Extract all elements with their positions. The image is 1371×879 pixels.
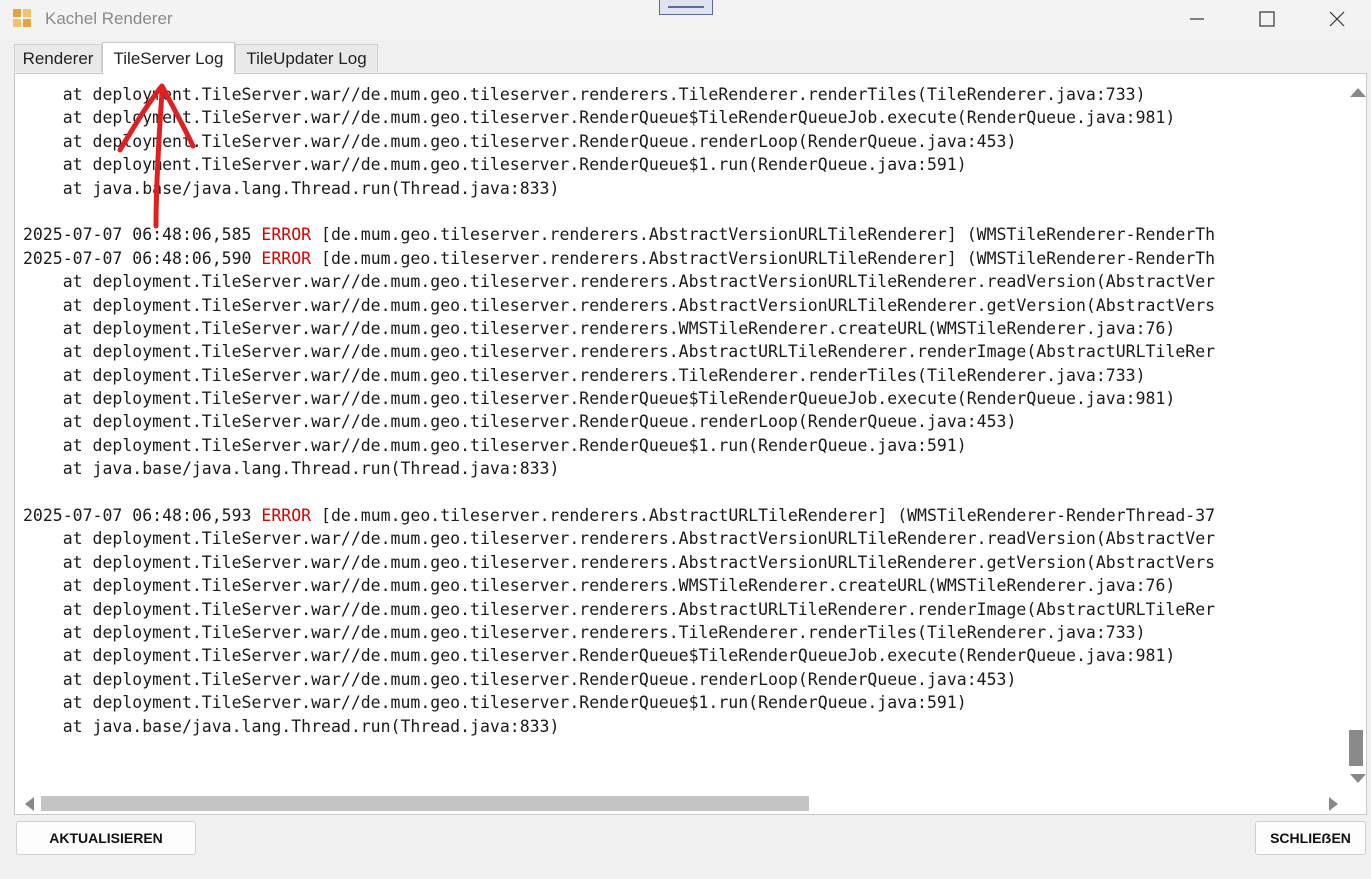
tab-renderer[interactable]: Renderer — [14, 44, 102, 72]
scroll-right-arrow-icon[interactable] — [1329, 797, 1338, 811]
log-line: at deployment.TileServer.war//de.mum.geo… — [23, 529, 1216, 549]
log-message: [de.mum.geo.tileserver.renderers.Abstrac… — [321, 225, 1216, 245]
log-line: at deployment.TileServer.war//de.mum.geo… — [23, 155, 967, 175]
vertical-scrollbar[interactable] — [1346, 74, 1366, 794]
log-line: at deployment.TileServer.war//de.mum.geo… — [23, 669, 1017, 689]
minimize-icon — [1190, 18, 1204, 20]
log-line: at deployment.TileServer.war//de.mum.geo… — [23, 365, 1146, 385]
close-icon — [1329, 11, 1345, 27]
log-level-error: ERROR — [261, 248, 312, 268]
log-message: [de.mum.geo.tileserver.renderers.Abstrac… — [321, 506, 1216, 526]
log-line: at deployment.TileServer.war//de.mum.geo… — [23, 599, 1216, 619]
log-timestamp: 2025-07-07 06:48:06,585 — [23, 225, 252, 245]
log-line: 2025-07-07 06:48:06,593 ERROR [de.mum.ge… — [23, 504, 1340, 527]
log-level-error: ERROR — [261, 225, 312, 245]
log-line: at deployment.TileServer.war//de.mum.geo… — [23, 693, 967, 713]
log-line: at deployment.TileServer.war//de.mum.geo… — [23, 552, 1216, 572]
horizontal-scrollbar[interactable] — [15, 794, 1346, 814]
log-line: at deployment.TileServer.war//de.mum.geo… — [23, 342, 1216, 362]
window-title: Kachel Renderer — [45, 9, 173, 28]
tiles-app-icon — [13, 9, 31, 27]
close-button[interactable]: SCHLIEẞEN — [1255, 821, 1366, 855]
refresh-button[interactable]: AKTUALISIEREN — [16, 821, 196, 855]
log-line: at deployment.TileServer.war//de.mum.geo… — [23, 646, 1176, 666]
log-line: at deployment.TileServer.war//de.mum.geo… — [23, 272, 1216, 292]
log-timestamp: 2025-07-07 06:48:06,593 — [23, 506, 252, 526]
minimize-button[interactable] — [1174, 0, 1220, 38]
log-message: [de.mum.geo.tileserver.renderers.Abstrac… — [321, 248, 1216, 268]
log-line: at deployment.TileServer.war//de.mum.geo… — [23, 576, 1176, 596]
log-line: at deployment.TileServer.war//de.mum.geo… — [23, 412, 1017, 432]
log-line: at java.base/java.lang.Thread.run(Thread… — [23, 716, 560, 736]
close-window-button[interactable] — [1314, 0, 1360, 38]
log-line: at deployment.TileServer.war//de.mum.geo… — [23, 318, 1176, 338]
log-level-error: ERROR — [261, 506, 312, 526]
tab-tileupdater-log[interactable]: TileUpdater Log — [235, 44, 378, 72]
log-line: at deployment.TileServer.war//de.mum.geo… — [23, 85, 1146, 104]
scrollbar-corner — [1346, 794, 1366, 814]
scroll-down-arrow-icon[interactable] — [1350, 774, 1366, 783]
snap-layout-handle[interactable] — [659, 0, 713, 15]
tab-tileserver-log[interactable]: TileServer Log — [102, 42, 235, 74]
log-line: at deployment.TileServer.war//de.mum.geo… — [23, 131, 1017, 151]
maximize-button[interactable] — [1244, 0, 1290, 38]
scroll-up-arrow-icon[interactable] — [1350, 88, 1366, 97]
log-panel: at deployment.TileServer.war//de.mum.geo… — [14, 73, 1367, 815]
log-line: at deployment.TileServer.war//de.mum.geo… — [23, 389, 1176, 409]
log-line: at java.base/java.lang.Thread.run(Thread… — [23, 178, 560, 198]
log-text-area[interactable]: at deployment.TileServer.war//de.mum.geo… — [23, 83, 1340, 783]
horizontal-scroll-thumb[interactable] — [41, 796, 809, 811]
title-bar: Kachel Renderer — [0, 0, 1371, 40]
scroll-left-arrow-icon[interactable] — [25, 797, 34, 811]
log-line: at deployment.TileServer.war//de.mum.geo… — [23, 108, 1176, 128]
vertical-scroll-thumb[interactable] — [1349, 730, 1363, 766]
log-line: at java.base/java.lang.Thread.run(Thread… — [23, 459, 560, 479]
log-line: 2025-07-07 06:48:06,585 ERROR [de.mum.ge… — [23, 223, 1340, 246]
log-timestamp: 2025-07-07 06:48:06,590 — [23, 248, 252, 268]
log-line: 2025-07-07 06:48:06,590 ERROR [de.mum.ge… — [23, 247, 1340, 270]
log-line: at deployment.TileServer.war//de.mum.geo… — [23, 295, 1216, 315]
log-line: at deployment.TileServer.war//de.mum.geo… — [23, 622, 1146, 642]
maximize-icon — [1259, 11, 1275, 27]
log-line: at deployment.TileServer.war//de.mum.geo… — [23, 435, 967, 455]
